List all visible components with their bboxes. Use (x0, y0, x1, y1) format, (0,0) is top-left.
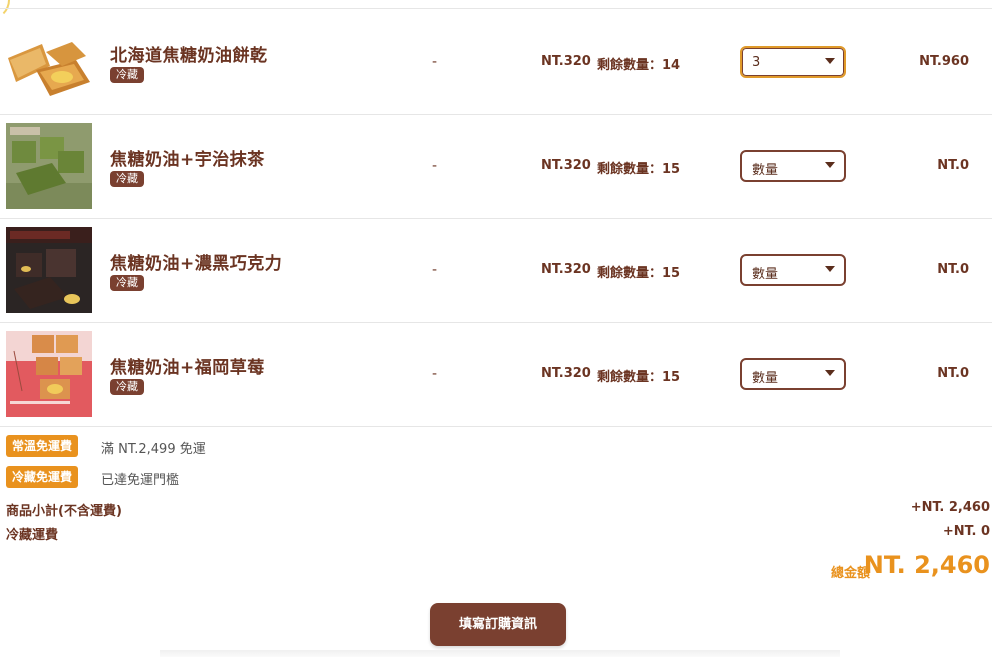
row-subtotal: NT.960 (919, 54, 969, 69)
cold-shipping-label: 冷藏運費 (6, 528, 59, 543)
unit-price: NT.320 (541, 262, 591, 277)
row-subtotal: NT.0 (937, 262, 969, 277)
quantity-value: 3 (752, 55, 761, 70)
unit-price: NT.320 (541, 366, 591, 381)
footer-shadow (160, 650, 840, 657)
product-name[interactable]: 北海道焦糖奶油餅乾 (110, 41, 268, 66)
cold-storage-badge: 冷藏 (110, 275, 144, 291)
unit-price: NT.320 (541, 54, 591, 69)
spec-dash: - (432, 54, 438, 70)
product-name[interactable]: 焦糖奶油+福岡草莓 (110, 353, 265, 378)
quantity-select[interactable]: 3 (740, 46, 846, 78)
chevron-down-icon (825, 266, 835, 272)
spec-dash: - (432, 366, 438, 382)
ambient-shipping-note: 滿 NT.2,499 免運 (101, 442, 206, 457)
quantity-placeholder: 數量 (752, 371, 779, 386)
cold-storage-badge: 冷藏 (110, 379, 144, 395)
strawberry-cookie-photo[interactable] (6, 331, 92, 417)
chevron-down-icon (825, 58, 835, 64)
total-value: NT. 2,460 (863, 551, 990, 579)
cold-free-shipping-tag: 冷藏免運費 (6, 466, 79, 488)
quantity-select[interactable]: 數量 (740, 358, 846, 390)
cold-storage-badge: 冷藏 (110, 67, 144, 83)
stock-remaining: 剩餘數量：14 (597, 58, 681, 73)
spec-dash: - (432, 262, 438, 278)
product-name[interactable]: 焦糖奶油+濃黑巧克力 (110, 249, 282, 274)
quantity-placeholder: 數量 (752, 267, 779, 282)
subtotal-value: +NT. 2,460 (910, 500, 990, 515)
chevron-down-icon (825, 162, 835, 168)
unit-price: NT.320 (541, 158, 591, 173)
caramel-cookie-photo[interactable] (6, 30, 92, 116)
subtotal-label: 商品小計(不含運費) (6, 504, 122, 519)
chevron-down-icon (825, 370, 835, 376)
stock-remaining: 剩餘數量：15 (597, 162, 681, 177)
ambient-free-shipping-tag: 常溫免運費 (6, 435, 79, 457)
row-subtotal: NT.0 (937, 158, 969, 173)
stock-remaining: 剩餘數量：15 (597, 370, 681, 385)
divider (0, 426, 992, 427)
cart-row: 北海道焦糖奶油餅乾 冷藏 - NT.320 剩餘數量：14 3 NT.960 (0, 10, 992, 116)
product-name[interactable]: 焦糖奶油+宇治抹茶 (110, 145, 265, 170)
quantity-select[interactable]: 數量 (740, 150, 846, 182)
chocolate-cookie-photo[interactable] (6, 227, 92, 313)
spec-dash: - (432, 158, 438, 174)
divider (0, 8, 992, 9)
cart-row: 焦糖奶油+福岡草莓 冷藏 - NT.320 剩餘數量：15 數量 NT.0 (0, 322, 992, 426)
cold-shipping-value: +NT. 0 (942, 524, 990, 539)
cart-row: 焦糖奶油+濃黑巧克力 冷藏 - NT.320 剩餘數量：15 數量 NT.0 (0, 218, 992, 322)
row-subtotal: NT.0 (937, 366, 969, 381)
cart-row: 焦糖奶油+宇治抹茶 冷藏 - NT.320 剩餘數量：15 數量 NT.0 (0, 114, 992, 218)
matcha-cookie-photo[interactable] (6, 123, 92, 209)
cold-storage-badge: 冷藏 (110, 171, 144, 187)
fill-order-info-button[interactable]: 填寫訂購資訊 (430, 603, 566, 646)
cold-shipping-note: 已達免運門檻 (101, 473, 180, 488)
quantity-placeholder: 數量 (752, 163, 779, 178)
quantity-select[interactable]: 數量 (740, 254, 846, 286)
stock-remaining: 剩餘數量：15 (597, 266, 681, 281)
